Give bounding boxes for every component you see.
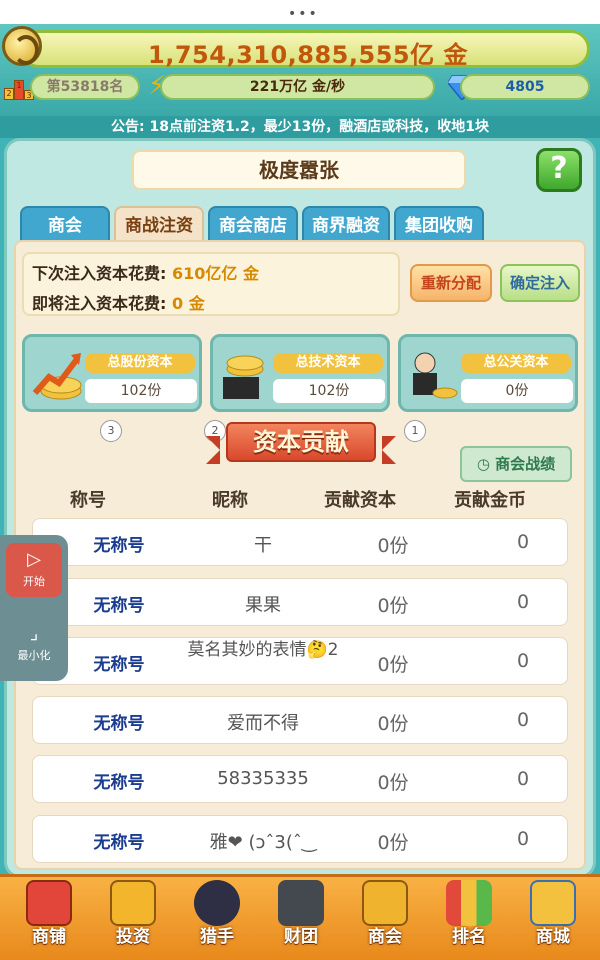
tech-coins-icon	[223, 355, 264, 399]
nav-ranking[interactable]: 排名	[436, 878, 502, 954]
ranking-icon	[446, 880, 492, 926]
gold-amount: 1,754,310,885,555亿 金	[148, 41, 468, 69]
chamber-icon	[362, 880, 408, 926]
question-icon: ?	[550, 151, 568, 186]
pr-capital-label: 总公关资本	[461, 353, 571, 373]
rising-arrow-icon	[32, 353, 82, 400]
hunter-icon	[194, 880, 240, 926]
row-capital: 0份	[377, 654, 409, 676]
ribbon-tail-right	[382, 436, 396, 464]
income-rate: 221万亿 金/秒	[160, 74, 435, 100]
nav-mall[interactable]: 商城	[520, 878, 586, 954]
row-capital: 0份	[377, 832, 409, 854]
row-title: 无称号	[93, 773, 145, 793]
table-row[interactable]: 无称号 干 0份 0	[32, 518, 568, 566]
row-title: 无称号	[93, 536, 145, 556]
row-nickname: 果果	[245, 595, 281, 616]
row-nickname: 58335335	[217, 768, 309, 789]
nav-consortium[interactable]: 财团	[268, 878, 334, 954]
section-title: 资本贡献	[253, 428, 349, 456]
row-capital: 0份	[377, 713, 409, 735]
ribbon-tail-left	[206, 436, 220, 464]
section-ribbon: 资本贡献	[206, 416, 396, 468]
table-row[interactable]: 无称号 爱而不得 0份 0	[32, 696, 568, 744]
play-icon: ▷	[27, 549, 41, 570]
drag-handle-icon[interactable]: •••	[288, 6, 319, 22]
gold-coin-icon	[2, 26, 42, 66]
row-capital: 0份	[377, 595, 409, 617]
table-row[interactable]: 无称号 58335335 0份 0	[32, 755, 568, 803]
confirm-inject-button[interactable]: 确定注入	[500, 264, 580, 302]
pr-rank-marker: 1	[404, 420, 426, 442]
row-gold: 0	[516, 828, 530, 850]
table-row[interactable]: 无称号 雅❤ (ɔˆ3(ˆ‿ 0份 0	[32, 815, 568, 863]
row-gold: 0	[516, 709, 530, 731]
table-row[interactable]: 无称号 莫名其妙的表情🤔2 0份 0	[32, 637, 568, 685]
share-rank-marker: 3	[100, 420, 122, 442]
consortium-icon	[278, 880, 324, 926]
tab-acquisition[interactable]: 集团收购	[394, 206, 484, 242]
column-header-gold: 贡献金币	[454, 490, 526, 511]
tab-chamber[interactable]: 商会	[20, 206, 110, 242]
tab-financing[interactable]: 商界融资	[302, 206, 390, 242]
row-capital: 0份	[377, 535, 409, 557]
row-title: 无称号	[93, 596, 145, 616]
row-title: 无称号	[93, 714, 145, 734]
nav-chamber[interactable]: 商会	[352, 878, 418, 954]
tech-capital-label: 总技术资本	[273, 353, 383, 373]
investment-icon	[110, 880, 156, 926]
nav-shop[interactable]: 商铺	[16, 878, 82, 954]
minimize-button[interactable]: ⌟ 最小化	[6, 617, 62, 671]
help-button[interactable]: ?	[536, 148, 582, 192]
gem-count[interactable]: 4805	[460, 74, 590, 100]
column-header-title: 称号	[70, 490, 106, 511]
pr-capital-card[interactable]: 总公关资本 0份	[398, 334, 578, 412]
table-row[interactable]: 无称号 果果 0份 0	[32, 578, 568, 626]
nav-hunter[interactable]: 猎手	[184, 878, 250, 954]
mall-icon	[530, 880, 576, 926]
row-gold: 0	[516, 650, 530, 672]
share-capital-count: 102份	[85, 379, 197, 403]
pr-capital-count: 0份	[461, 379, 573, 403]
row-title: 无称号	[93, 655, 145, 675]
rank-display[interactable]: 第53818名	[30, 74, 140, 100]
start-button[interactable]: ▷ 开始	[6, 543, 62, 597]
page-title: 极度嚣张	[132, 150, 466, 190]
row-gold: 0	[516, 768, 530, 790]
row-nickname: 爱而不得	[227, 713, 299, 734]
column-header-capital: 贡献资本	[324, 490, 396, 511]
row-nickname: 干	[254, 535, 272, 556]
redistribute-button[interactable]: 重新分配	[410, 264, 492, 302]
announcement-ticker: 公告: 18点前注资1.2，最少13份，融酒店或科技，收地1块	[0, 116, 600, 138]
next-cost: 下次注入资本花费: 610亿亿 金	[32, 264, 259, 283]
tab-chamber-shop[interactable]: 商会商店	[208, 206, 298, 242]
cost-box: 下次注入资本花费: 610亿亿 金 即将注入资本花费: 0 金	[22, 252, 400, 316]
column-header-nickname: 昵称	[212, 490, 248, 511]
row-capital: 0份	[377, 772, 409, 794]
share-capital-card[interactable]: 总股份资本 102份	[22, 334, 202, 412]
minimize-icon: ⌟	[29, 623, 39, 644]
tech-capital-count: 102份	[273, 379, 385, 403]
row-title: 无称号	[93, 833, 145, 853]
businessman-icon	[413, 352, 458, 399]
window-topbar: •••	[0, 0, 600, 24]
row-gold: 0	[516, 531, 530, 553]
row-nickname: 莫名其妙的表情🤔2	[187, 640, 339, 660]
tab-capital-war[interactable]: 商战注资	[114, 206, 204, 242]
gold-bar: 1,754,310,885,555亿 金	[20, 30, 590, 69]
nav-investment[interactable]: 投资	[100, 878, 166, 954]
floating-recorder-widget: ▷ 开始 ⌟ 最小化	[0, 535, 68, 681]
pending-cost: 即将注入资本花费: 0 金	[32, 294, 205, 313]
shop-icon	[26, 880, 72, 926]
chamber-history-button[interactable]: ◷ 商会战绩	[460, 446, 572, 482]
row-nickname: 雅❤ (ɔˆ3(ˆ‿	[209, 832, 317, 853]
row-gold: 0	[516, 591, 530, 613]
share-capital-label: 总股份资本	[85, 353, 195, 373]
clock-icon: ◷	[476, 455, 496, 473]
tech-capital-card[interactable]: 总技术资本 102份	[210, 334, 390, 412]
